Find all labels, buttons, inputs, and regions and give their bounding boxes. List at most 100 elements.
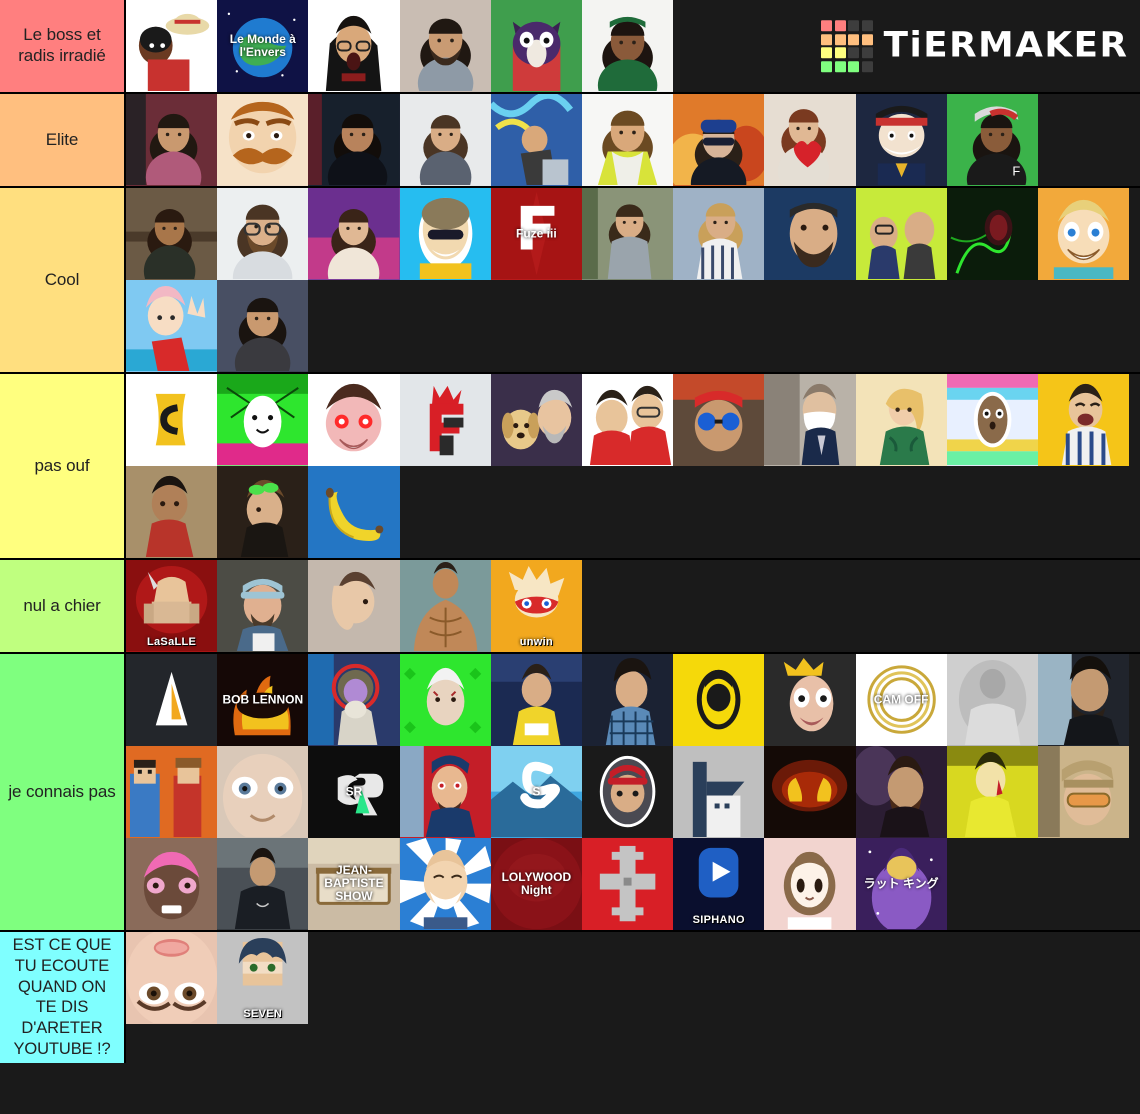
avatar-fuze-iii-logo[interactable]: Fuze iii <box>490 188 582 280</box>
avatar-lasalle-logo[interactable]: LaSaLLE <box>126 560 218 652</box>
avatar-bob-lennon-logo[interactable]: BOB LENNON <box>217 654 309 746</box>
tier-items-6[interactable]: SEVEN <box>126 932 1140 1063</box>
avatar-muscular-man[interactable] <box>399 560 491 652</box>
tier-items-5[interactable]: BOB LENNON CAM OFF SR S JEAN-BAPTISTE SHOW LO… <box>126 654 1140 930</box>
avatar-man-dark-hair-profile[interactable] <box>1037 654 1130 746</box>
avatar-man-yellow-hoodie[interactable] <box>490 654 582 746</box>
tier-row: EST CE QUE TU ECOUTE QUAND ON TE DIS D'A… <box>0 932 1140 1063</box>
avatar-potato-character-rainbow[interactable] <box>946 374 1038 466</box>
avatar-bearded-man-glasses[interactable] <box>217 188 309 280</box>
svg-text:F: F <box>1012 163 1020 178</box>
tier-label-3[interactable]: pas ouf <box>0 374 126 558</box>
avatar-blue-s-logo[interactable]: S <box>490 746 582 838</box>
avatar-drawn-face-crown[interactable] <box>764 654 856 746</box>
avatar-cartoon-monkey-cap[interactable] <box>855 94 947 186</box>
avatar-man-dark-blue-bg[interactable] <box>217 280 309 372</box>
tier-items-3[interactable] <box>126 374 1140 558</box>
avatar-lolywood-night-logo[interactable]: LOLYWOOD Night <box>490 838 582 930</box>
avatar-man-red-studio[interactable] <box>126 94 218 186</box>
avatar-sr-logo[interactable]: SR <box>308 746 400 838</box>
avatar-glowing-red-eyes-face[interactable] <box>308 374 400 466</box>
avatar-child-photo[interactable] <box>126 466 218 558</box>
avatar-man-checkered-shirt[interactable] <box>581 654 674 746</box>
tier-row: Elite F <box>0 94 1140 188</box>
avatar-cartoon-luffy-hat[interactable] <box>126 0 218 92</box>
avatar-graffiti-wall[interactable] <box>490 94 582 186</box>
avatar-man-dark-stage[interactable] <box>308 94 400 186</box>
avatar-grey-cross-red[interactable] <box>581 838 674 930</box>
avatar-cartoon-moustache[interactable] <box>217 94 309 186</box>
avatar-woman-green-dress[interactable] <box>855 374 947 466</box>
tier-label-0[interactable]: Le boss et radis irradié <box>0 0 126 92</box>
tier-label-1[interactable]: Elite <box>0 94 126 186</box>
avatar-drawn-man-red-blue[interactable] <box>399 746 491 838</box>
tier-items-0[interactable]: Le Monde à l'Envers <box>126 0 1140 92</box>
avatar-anime-girl-brown-hair[interactable] <box>764 838 856 930</box>
avatar-unwin-logo[interactable]: unwin <box>490 560 582 652</box>
tier-label-5[interactable]: je connais pas <box>0 654 126 930</box>
avatar-pink-mask-character[interactable] <box>126 838 218 930</box>
avatar-blue-sunglasses-headband[interactable] <box>673 374 765 466</box>
avatar-bearded-man-grey-shirt[interactable] <box>399 0 491 92</box>
avatar-man-yellow-shirt[interactable] <box>581 94 674 186</box>
avatar-man-beanie-beard[interactable] <box>764 188 856 280</box>
avatar-fire-eyes-dark[interactable] <box>764 746 856 838</box>
avatar-man-grey-background[interactable] <box>399 94 491 186</box>
tier-list-board: Le boss et radis irradié Le Monde à l'Env… <box>0 0 1140 1114</box>
avatar-white-alien-rainbow[interactable] <box>217 374 309 466</box>
tier-items-2[interactable]: Fuze iii <box>126 188 1140 372</box>
avatar-cartoon-man-blue-rays[interactable] <box>399 838 491 930</box>
avatar-man-cap-sunglasses-fire[interactable] <box>673 94 765 186</box>
avatar-siphano-logo[interactable]: SIPHANO <box>673 838 765 930</box>
avatar-black-silhouette-yellow[interactable] <box>673 654 765 746</box>
avatar-docseven-logo[interactable]: SEVEN <box>217 932 309 1024</box>
avatar-man-hand-on-face[interactable] <box>308 560 400 652</box>
avatar-closeup-eyes-face[interactable] <box>126 932 218 1024</box>
avatar-white-orange-a-logo[interactable] <box>126 654 218 746</box>
avatar-man-black-hoodie-outside[interactable] <box>217 838 309 930</box>
avatar-purple-cat-character[interactable] <box>490 0 582 92</box>
avatar-cartoon-blond-boy[interactable] <box>1037 188 1130 280</box>
avatar-anime-pink-hair-peace[interactable] <box>126 280 218 372</box>
avatar-minecraft-characters[interactable] <box>126 746 218 838</box>
avatar-face-green-pattern[interactable] <box>399 654 491 746</box>
avatar-jean-baptiste-show-logo[interactable]: JEAN-BAPTISTE SHOW <box>308 838 400 930</box>
avatar-man-pattern-cap[interactable] <box>1037 746 1130 838</box>
avatar-man-goggles-head[interactable] <box>217 466 309 558</box>
avatar-red-f-logo[interactable] <box>399 374 491 466</box>
tier-items-1[interactable]: F <box>126 94 1140 186</box>
avatar-shocked-person-hands-head[interactable] <box>308 0 400 92</box>
avatar-banana-emoji[interactable] <box>308 466 400 558</box>
avatar-man-striped-shirt[interactable] <box>673 188 765 280</box>
avatar-two-friends-red-shirt[interactable] <box>581 374 674 466</box>
avatar-stained-glass-character[interactable] <box>308 654 400 746</box>
avatar-man-red-cap-circle[interactable] <box>581 746 674 838</box>
tier-label-2[interactable]: Cool <box>0 188 126 372</box>
avatar-fur-hat-sunglasses[interactable] <box>399 188 491 280</box>
avatar-man-outdoors-grey-hoodie[interactable] <box>581 188 674 280</box>
avatar-wide-eyes-closeup[interactable] <box>217 746 309 838</box>
avatar-man-green-shirt-headband[interactable] <box>581 0 674 92</box>
avatar-curly-hair-glasses[interactable] <box>126 188 218 280</box>
avatar-bearded-man-purple[interactable] <box>855 746 947 838</box>
avatar-yellow-jacket-man[interactable] <box>946 746 1038 838</box>
avatar-yellow-ticket-logo[interactable] <box>126 374 218 466</box>
avatar-man-light-cap[interactable] <box>217 560 309 652</box>
avatar-laughing-man-stripes[interactable] <box>1037 374 1130 466</box>
avatar-man-with-dog[interactable] <box>490 374 582 466</box>
avatar-navy-house-icon[interactable] <box>673 746 765 838</box>
avatar-man-face-mask[interactable] <box>764 374 856 466</box>
tier-row: nul a chier LaSaLLE unwin <box>0 560 1140 654</box>
tier-items-4[interactable]: LaSaLLE unwin <box>126 560 1140 652</box>
avatar-man-red-heart[interactable] <box>764 94 856 186</box>
avatar-cam-off-gold-logo[interactable]: CAM OFF <box>855 654 947 746</box>
avatar-man-red-cap-green[interactable]: F <box>946 94 1038 186</box>
tier-label-4[interactable]: nul a chier <box>0 560 126 652</box>
avatar-purple-japanese-text[interactable]: ラット キング <box>855 838 947 930</box>
avatar-le-monde-a-l-envers[interactable]: Le Monde à l'Envers <box>217 0 309 92</box>
avatar-black-white-man[interactable] <box>946 654 1038 746</box>
avatar-two-men-yellow-screen[interactable] <box>855 188 947 280</box>
tier-label-6[interactable]: EST CE QUE TU ECOUTE QUAND ON TE DIS D'A… <box>0 932 126 1063</box>
avatar-young-man-purple-gradient[interactable] <box>308 188 400 280</box>
avatar-green-neon-dark[interactable] <box>946 188 1038 280</box>
